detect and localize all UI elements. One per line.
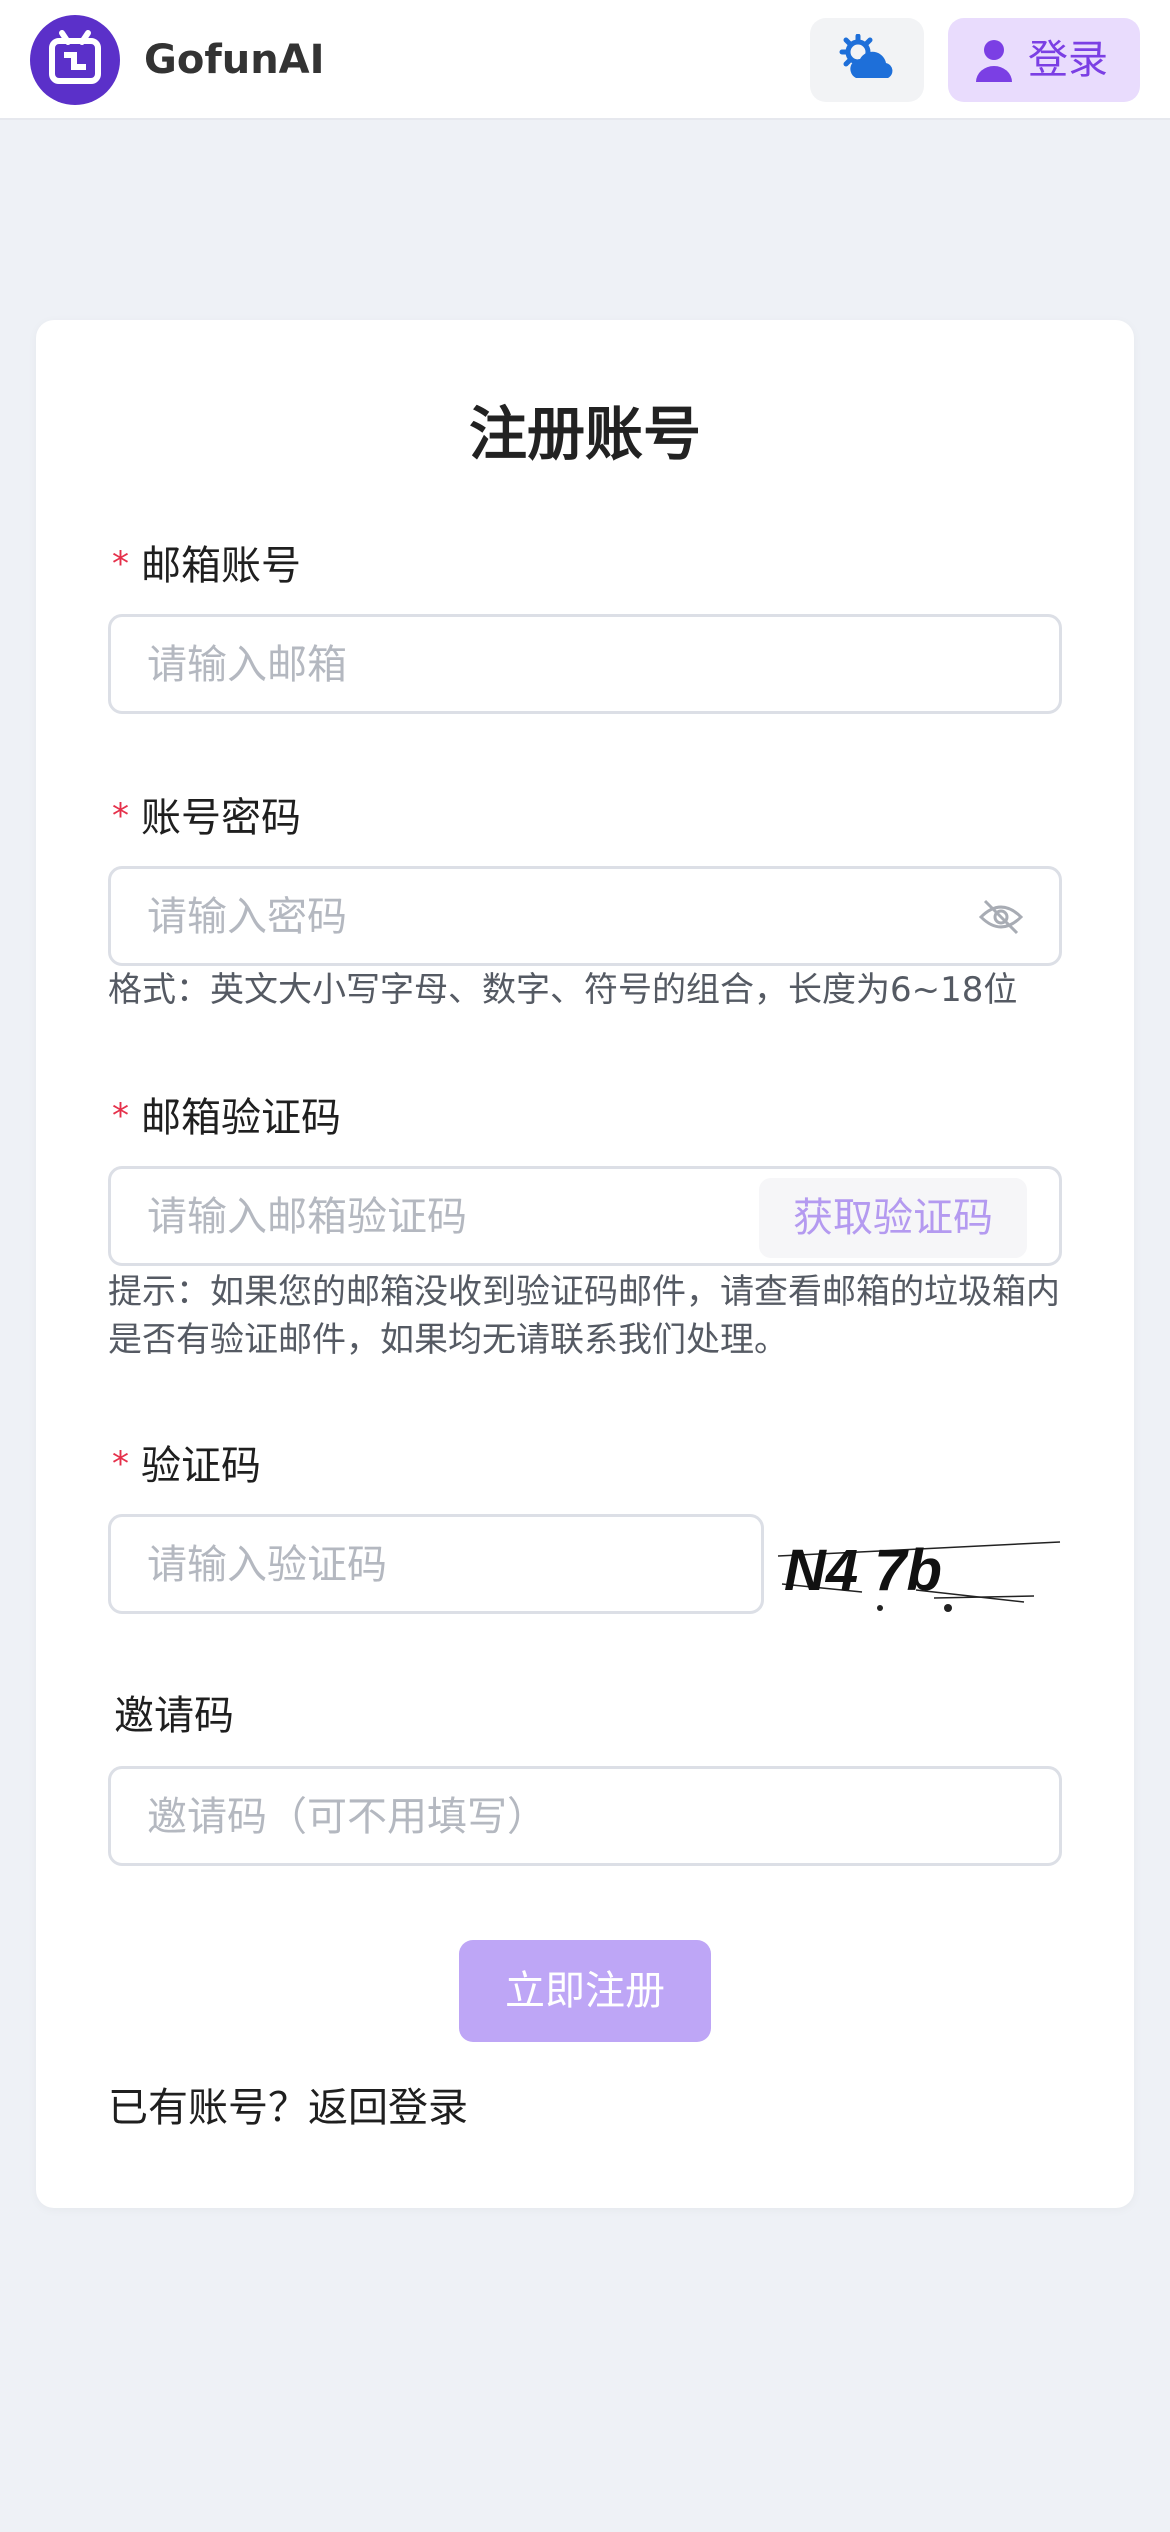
- brand-name: GofunAI: [144, 37, 325, 83]
- eye-off-icon[interactable]: [977, 897, 1025, 937]
- required-mark: *: [112, 796, 129, 836]
- weather-gear-icon: [839, 34, 893, 78]
- invite-label: 邀请码: [114, 1693, 234, 1739]
- email-label: * 邮箱账号: [112, 543, 301, 589]
- get-code-button[interactable]: 获取验证码: [759, 1178, 1027, 1258]
- required-mark: *: [112, 544, 129, 584]
- email-input[interactable]: 请输入邮箱: [108, 614, 1062, 714]
- required-mark: *: [112, 1096, 129, 1136]
- email-placeholder: 请输入邮箱: [147, 642, 347, 688]
- captcha-input[interactable]: 请输入验证码: [108, 1514, 764, 1614]
- captcha-text: N4 7b: [784, 1538, 942, 1603]
- back-to-login-link[interactable]: 已有账号？返回登录: [108, 2082, 468, 2134]
- invite-input[interactable]: 邀请码（可不用填写）: [108, 1766, 1062, 1866]
- password-label: * 账号密码: [112, 795, 301, 841]
- captcha-image[interactable]: N4 7b: [764, 1520, 1064, 1614]
- email-code-placeholder: 请输入邮箱验证码: [147, 1194, 467, 1240]
- theme-toggle-button[interactable]: [810, 18, 924, 102]
- register-button[interactable]: 立即注册: [459, 1940, 711, 2042]
- email-code-label: * 邮箱验证码: [112, 1095, 341, 1141]
- email-code-input[interactable]: 请输入邮箱验证码 获取验证码: [108, 1166, 1062, 1266]
- password-input[interactable]: 请输入密码: [108, 866, 1062, 966]
- password-placeholder: 请输入密码: [147, 894, 347, 940]
- password-hint: 格式：英文大小写字母、数字、符号的组合，长度为6~18位: [108, 970, 1018, 1010]
- required-mark: *: [112, 1444, 129, 1484]
- email-code-hint: 提示：如果您的邮箱没收到验证码邮件，请查看邮箱的垃圾箱内是否有验证邮件，如果均无…: [108, 1272, 1060, 1360]
- page-title: 注册账号: [468, 400, 701, 468]
- top-header: GofunAI 登录: [0, 0, 1170, 120]
- login-button[interactable]: 登录: [948, 18, 1140, 102]
- captcha-placeholder: 请输入验证码: [147, 1542, 387, 1588]
- user-icon: [976, 40, 1012, 82]
- captcha-label: * 验证码: [112, 1443, 261, 1489]
- app-logo[interactable]: [30, 15, 120, 105]
- logo-icon: [49, 30, 101, 84]
- invite-placeholder: 邀请码（可不用填写）: [147, 1794, 547, 1840]
- login-label: 登录: [1028, 37, 1108, 83]
